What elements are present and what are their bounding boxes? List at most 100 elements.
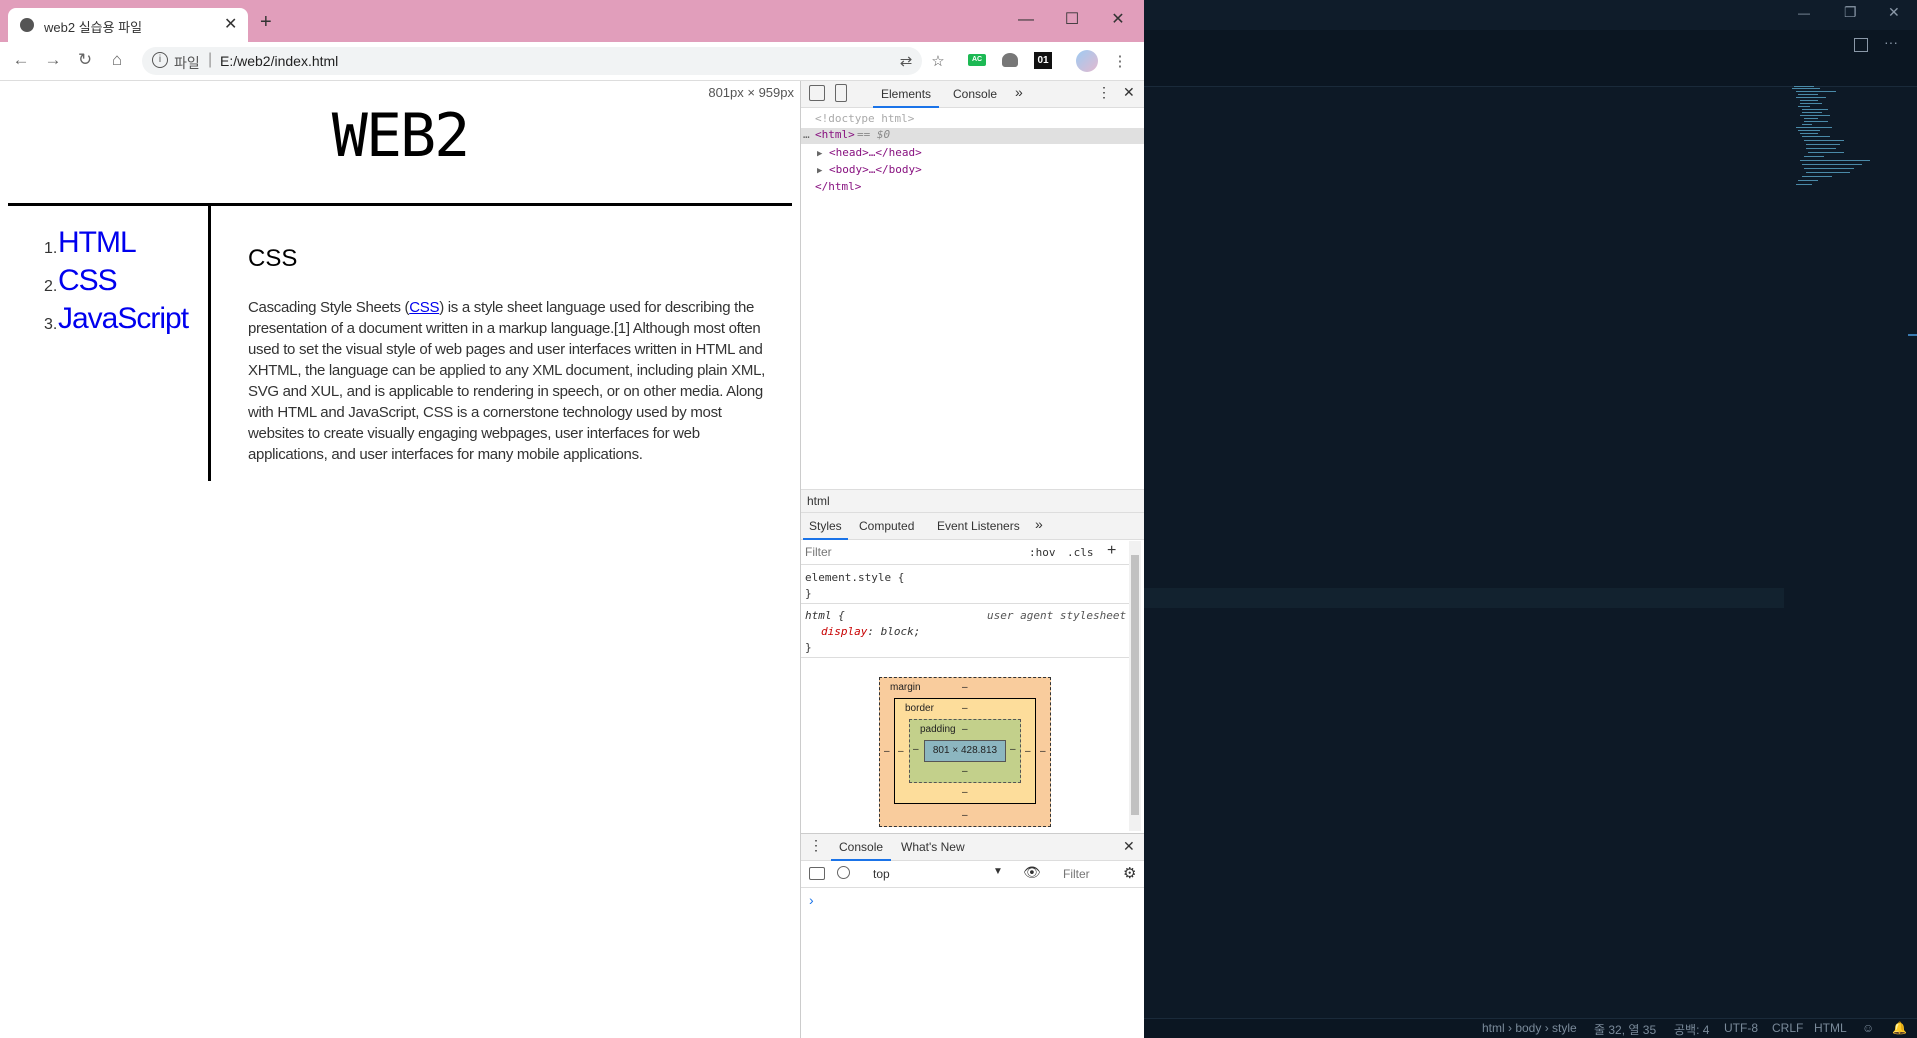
border-left-value[interactable]: – xyxy=(898,746,904,757)
dom-body-row[interactable]: ▶ <body>…</body> xyxy=(817,163,922,176)
chevron-down-icon[interactable]: ▼ xyxy=(993,866,1003,877)
dom-html-close[interactable]: </html> xyxy=(815,180,861,193)
padding-bottom-value[interactable]: – xyxy=(962,766,968,777)
margin-top-value[interactable]: – xyxy=(962,682,968,693)
cloud-extension-icon[interactable] xyxy=(1002,53,1018,67)
context-selector[interactable]: top xyxy=(873,867,890,881)
new-tab-button[interactable]: + xyxy=(260,12,272,32)
tab-styles[interactable]: Styles xyxy=(803,519,848,540)
tab-close-icon[interactable]: ✕ xyxy=(224,14,237,34)
inspect-element-icon[interactable] xyxy=(809,85,825,101)
close-window-button[interactable]: ✕ xyxy=(1888,4,1900,21)
feedback-icon[interactable]: ☺ xyxy=(1862,1021,1874,1035)
padding-right-value[interactable]: – xyxy=(1010,744,1016,755)
drawer-tab-whats-new[interactable]: What's New xyxy=(901,840,965,854)
margin-right-value[interactable]: – xyxy=(1040,746,1046,757)
tab-elements[interactable]: Elements xyxy=(872,87,940,108)
restore-button[interactable]: ❐ xyxy=(1844,4,1857,21)
extension-ac-icon[interactable]: AC xyxy=(968,54,986,66)
margin-bottom-value[interactable]: – xyxy=(962,810,968,821)
dom-selected-row[interactable]: … <html> == $0 xyxy=(801,128,1144,144)
minimize-button[interactable]: — xyxy=(1006,6,1046,34)
console-filter-input[interactable] xyxy=(1061,865,1117,883)
address-bar[interactable]: i 파일 | E:/web2/index.html xyxy=(142,47,922,75)
minimize-button[interactable]: — xyxy=(1798,6,1810,20)
padding-left-value[interactable]: – xyxy=(913,744,919,755)
console-prompt[interactable]: › xyxy=(809,892,814,908)
status-breadcrumb[interactable]: html › body › style xyxy=(1482,1021,1577,1035)
css-link[interactable]: CSS xyxy=(409,299,439,316)
status-encoding[interactable]: UTF-8 xyxy=(1724,1021,1758,1035)
sidebar-toggle-icon[interactable] xyxy=(809,867,825,880)
translate-icon[interactable]: ⇄ xyxy=(896,52,916,70)
drawer-tab-console[interactable]: Console xyxy=(830,840,892,861)
triangle-right-icon[interactable]: ▶ xyxy=(817,166,822,176)
more-actions-icon[interactable]: ··· xyxy=(1884,34,1898,50)
padding-top-value[interactable]: – xyxy=(962,724,968,735)
drawer-close-icon[interactable]: ✕ xyxy=(1123,838,1135,855)
styles-scrollbar[interactable] xyxy=(1129,541,1141,831)
clear-console-icon[interactable] xyxy=(837,866,850,879)
nav-link-javascript[interactable]: JavaScript xyxy=(58,302,189,336)
bell-icon[interactable]: 🔔 xyxy=(1892,1021,1907,1035)
viewport-dimensions: 801px × 959px xyxy=(708,85,794,100)
html-rule-selector[interactable]: html { xyxy=(805,609,845,622)
scrollbar-thumb[interactable] xyxy=(1131,555,1139,815)
element-style-rule[interactable]: element.style { xyxy=(805,571,904,584)
styles-filter-input[interactable] xyxy=(803,542,1017,562)
box-model-padding[interactable]: padding – – – – 801 × 428.813 xyxy=(909,719,1021,783)
nav-link-html[interactable]: HTML xyxy=(58,226,137,260)
tab-console[interactable]: Console xyxy=(953,87,997,101)
tab-computed[interactable]: Computed xyxy=(859,519,914,533)
cls-toggle[interactable]: .cls xyxy=(1067,546,1094,559)
hov-toggle[interactable]: :hov xyxy=(1029,546,1056,559)
breadcrumb-html[interactable]: html xyxy=(807,494,830,508)
forward-arrow-icon[interactable]: → xyxy=(42,50,64,70)
reload-icon[interactable]: ↻ xyxy=(74,50,96,70)
css-declaration[interactable]: display: block; xyxy=(821,625,920,638)
tab-event-listeners[interactable]: Event Listeners xyxy=(937,519,1020,533)
close-window-button[interactable]: ✕ xyxy=(1098,6,1138,34)
dom-head-row[interactable]: ▶ <head>…</head> xyxy=(817,146,922,159)
border-right-value[interactable]: – xyxy=(1025,746,1031,757)
url-text[interactable]: E:/web2/index.html xyxy=(220,53,338,69)
box-model-margin[interactable]: margin – – – – border – – – – padding – … xyxy=(879,677,1051,827)
dom-doctype[interactable]: <!doctype html> xyxy=(815,112,914,125)
minimap[interactable] xyxy=(1784,86,1904,286)
more-tabs-icon[interactable]: » xyxy=(1015,84,1023,100)
new-rule-button[interactable]: + xyxy=(1107,542,1116,560)
devtools-menu-icon[interactable]: ⋮ xyxy=(1097,84,1111,101)
editor-scrollbar[interactable] xyxy=(1908,86,1917,1018)
box-model-border[interactable]: border – – – – padding – – – – 801 × 428… xyxy=(894,698,1036,804)
drawer-menu-icon[interactable]: ⋮ xyxy=(809,837,823,854)
property-value: block; xyxy=(880,625,921,638)
minimap-line xyxy=(1802,164,1862,165)
devtools-close-icon[interactable]: ✕ xyxy=(1123,84,1135,101)
eye-icon[interactable]: 👁 xyxy=(1023,864,1041,881)
status-cursor-position[interactable]: 줄 32, 열 35 xyxy=(1594,1021,1656,1038)
property-name: display xyxy=(821,625,868,638)
back-arrow-icon[interactable]: ← xyxy=(10,50,32,70)
margin-left-value[interactable]: – xyxy=(884,746,890,757)
info-icon[interactable]: i xyxy=(152,52,168,68)
browser-tab[interactable]: web2 실습용 파일 ✕ xyxy=(8,8,248,42)
maximize-button[interactable]: ☐ xyxy=(1052,6,1092,34)
star-icon[interactable]: ☆ xyxy=(928,52,948,70)
gear-icon[interactable]: ⚙ xyxy=(1123,864,1136,882)
site-title[interactable]: WEB2 xyxy=(0,101,800,171)
border-top-value[interactable]: – xyxy=(962,703,968,714)
border-bottom-value[interactable]: – xyxy=(962,787,968,798)
status-indentation[interactable]: 공백: 4 xyxy=(1674,1021,1709,1038)
profile-avatar[interactable] xyxy=(1076,50,1098,72)
home-icon[interactable]: ⌂ xyxy=(106,50,128,70)
box-model-content[interactable]: 801 × 428.813 xyxy=(924,740,1006,762)
split-editor-icon[interactable] xyxy=(1854,38,1868,52)
more-tabs-icon[interactable]: » xyxy=(1035,516,1043,532)
status-eol[interactable]: CRLF xyxy=(1772,1021,1803,1035)
extension-01-icon[interactable]: 01 xyxy=(1034,52,1052,69)
triangle-right-icon[interactable]: ▶ xyxy=(817,149,822,159)
device-toolbar-icon[interactable] xyxy=(835,84,847,102)
nav-link-css[interactable]: CSS xyxy=(58,264,118,298)
menu-kebab-icon[interactable]: ⋮ xyxy=(1110,52,1130,70)
status-language[interactable]: HTML xyxy=(1814,1021,1847,1035)
